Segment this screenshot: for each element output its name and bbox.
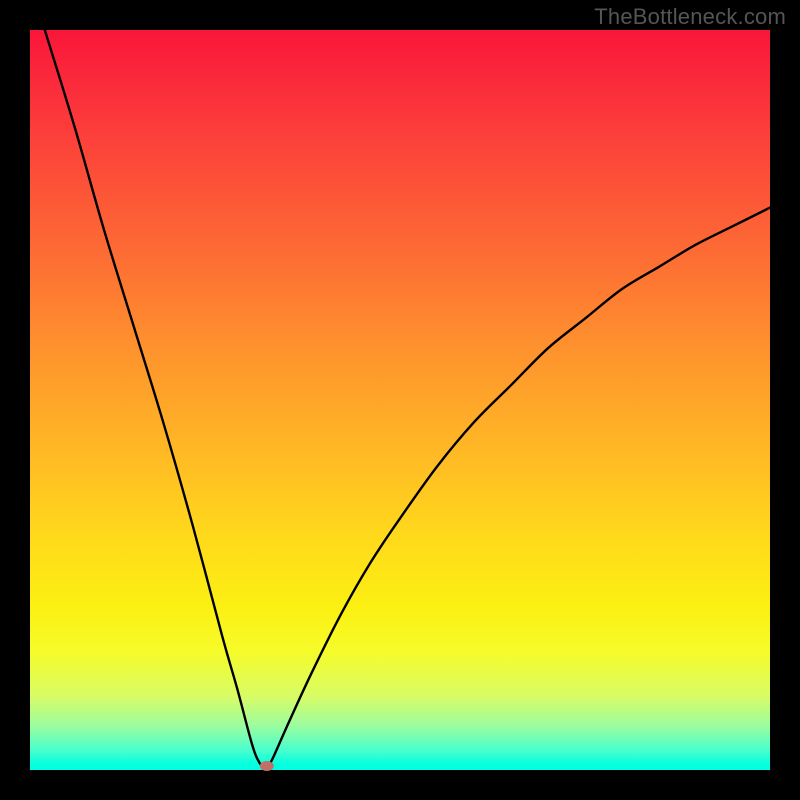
bottleneck-curve (30, 30, 770, 770)
minimum-marker (260, 761, 274, 771)
plot-area (30, 30, 770, 770)
bottleneck-curve-path (45, 30, 770, 770)
chart-frame: TheBottleneck.com (0, 0, 800, 800)
watermark-text: TheBottleneck.com (594, 4, 786, 30)
